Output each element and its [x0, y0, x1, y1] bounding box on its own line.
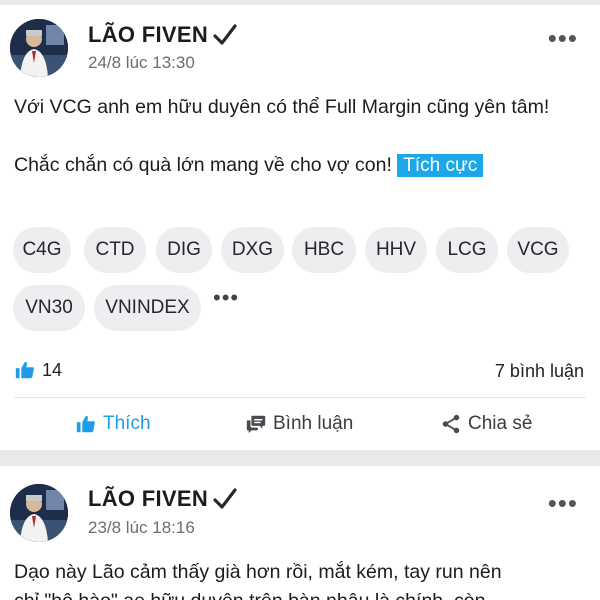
- post-time: 23/8 lúc 18:16: [88, 518, 195, 537]
- post-card: LÃO FIVEN 24/8 lúc 13:30 ••• Với VCG anh…: [0, 5, 600, 450]
- comment-icon: [246, 415, 266, 434]
- thumbs-up-icon: [15, 361, 34, 379]
- ticker-tag[interactable]: VCG: [507, 227, 569, 273]
- like-count[interactable]: 14: [14, 359, 62, 381]
- avatar[interactable]: [10, 484, 68, 542]
- thumbs-up-icon: [76, 415, 95, 433]
- share-button-label: Chia sẻ: [468, 413, 533, 434]
- post-line: chỉ "hô hào" ae hữu duyên trên bàn nhậu …: [14, 587, 586, 600]
- like-count-text: 14: [42, 359, 63, 380]
- comment-button-label: Bình luận: [273, 413, 354, 434]
- ticker-tag[interactable]: VNINDEX: [94, 285, 201, 331]
- ticker-tag[interactable]: CTD: [84, 227, 146, 273]
- ticker-tag[interactable]: VN30: [13, 285, 85, 331]
- ticker-tag[interactable]: LCG: [436, 227, 498, 273]
- like-button-label: Thích: [103, 413, 151, 434]
- like-button[interactable]: Thích: [75, 413, 151, 435]
- post-paragraph-text: Chắc chắn có quà lớn mang về cho vợ con!: [14, 154, 392, 176]
- comment-count[interactable]: 7 bình luận: [495, 361, 584, 382]
- post-time: 24/8 lúc 13:30: [88, 53, 195, 72]
- comment-button[interactable]: Bình luận: [245, 413, 353, 435]
- more-options-icon[interactable]: •••: [548, 490, 578, 516]
- ticker-tag[interactable]: C4G: [13, 227, 71, 273]
- verified-check-icon: [213, 488, 237, 509]
- more-tags-icon[interactable]: •••: [213, 285, 239, 311]
- author-name-text[interactable]: LÃO FIVEN: [88, 22, 208, 47]
- post-paragraph: Chắc chắn có quà lớn mang về cho vợ con!…: [14, 151, 586, 180]
- share-button[interactable]: Chia sẻ: [440, 413, 532, 435]
- sentiment-badge[interactable]: Tích cực: [397, 154, 484, 177]
- post-card: LÃO FIVEN 23/8 lúc 18:16 ••• Dạo này Lão…: [0, 466, 600, 600]
- post-paragraph: Với VCG anh em hữu duyên có thể Full Mar…: [14, 96, 550, 118]
- share-icon: [442, 414, 460, 434]
- avatar[interactable]: [10, 19, 68, 77]
- post-line: Dạo này Lão cảm thấy già hơn rồi, mắt ké…: [14, 561, 502, 583]
- post-text: Với VCG anh em hữu duyên có thể Full Mar…: [14, 93, 586, 180]
- post-text: Dạo này Lão cảm thấy già hơn rồi, mắt ké…: [14, 558, 586, 600]
- ticker-tag[interactable]: HBC: [292, 227, 356, 273]
- ticker-tag[interactable]: DIG: [156, 227, 212, 273]
- ticker-tag[interactable]: DXG: [221, 227, 284, 273]
- author-name-text[interactable]: LÃO FIVEN: [88, 486, 208, 511]
- more-options-icon[interactable]: •••: [548, 25, 578, 51]
- author-name[interactable]: LÃO FIVEN: [88, 486, 208, 512]
- verified-check-icon: [213, 24, 237, 45]
- ticker-tag[interactable]: HHV: [365, 227, 427, 273]
- divider: [14, 397, 586, 398]
- author-name[interactable]: LÃO FIVEN: [88, 22, 208, 48]
